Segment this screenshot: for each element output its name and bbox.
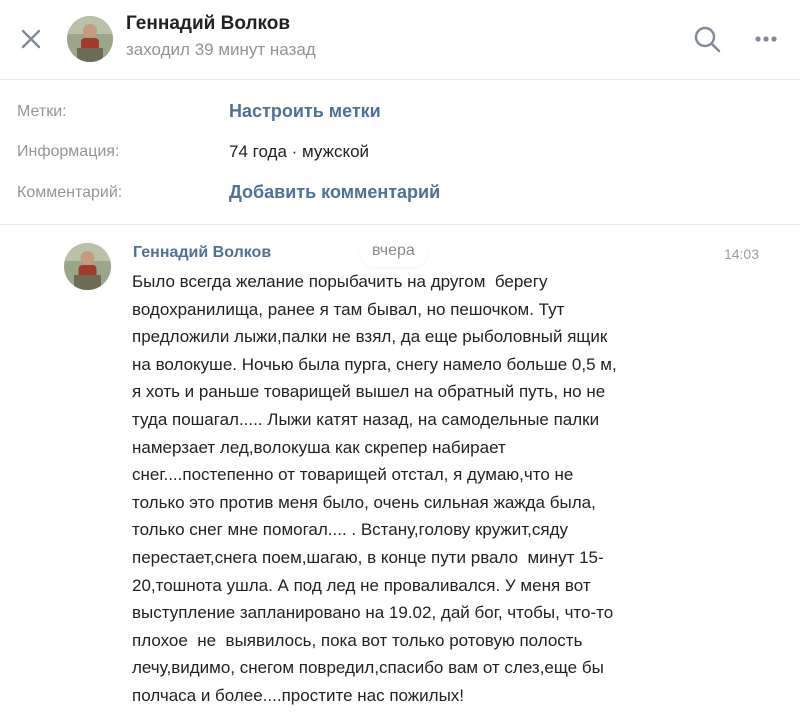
date-separator-badge: вчера xyxy=(360,235,427,267)
add-comment-link[interactable]: Добавить комментарий xyxy=(229,182,440,203)
message-author-avatar[interactable] xyxy=(64,243,111,290)
message-text: Было всегда желание порыбачить на другом… xyxy=(132,272,617,705)
more-options-button[interactable] xyxy=(748,22,784,56)
message-timestamp: 14:03 xyxy=(723,246,759,262)
avatar-photo xyxy=(64,243,111,290)
chat-header: Геннадий Волков заходил 39 минут назад xyxy=(0,0,800,80)
information-label: Информация: xyxy=(17,143,120,160)
comment-label: Комментарий: xyxy=(17,184,123,201)
contact-name[interactable]: Геннадий Волков xyxy=(126,13,290,35)
search-button[interactable] xyxy=(690,22,724,56)
avatar-photo xyxy=(67,16,113,62)
close-icon xyxy=(21,29,41,49)
close-button[interactable] xyxy=(14,22,48,56)
more-horizontal-icon xyxy=(755,36,777,42)
configure-labels-link[interactable]: Настроить метки xyxy=(229,101,381,122)
contact-info-panel: Метки: Настроить метки Информация: 74 го… xyxy=(0,80,800,223)
search-icon xyxy=(694,26,721,53)
labels-label: Метки: xyxy=(17,103,67,120)
information-value: 74 года · мужской xyxy=(229,142,370,161)
last-seen-status: заходил 39 минут назад xyxy=(126,40,316,59)
message-author-name[interactable]: Геннадий Волков xyxy=(133,244,271,262)
section-divider xyxy=(0,224,800,225)
contact-avatar[interactable] xyxy=(67,16,113,62)
